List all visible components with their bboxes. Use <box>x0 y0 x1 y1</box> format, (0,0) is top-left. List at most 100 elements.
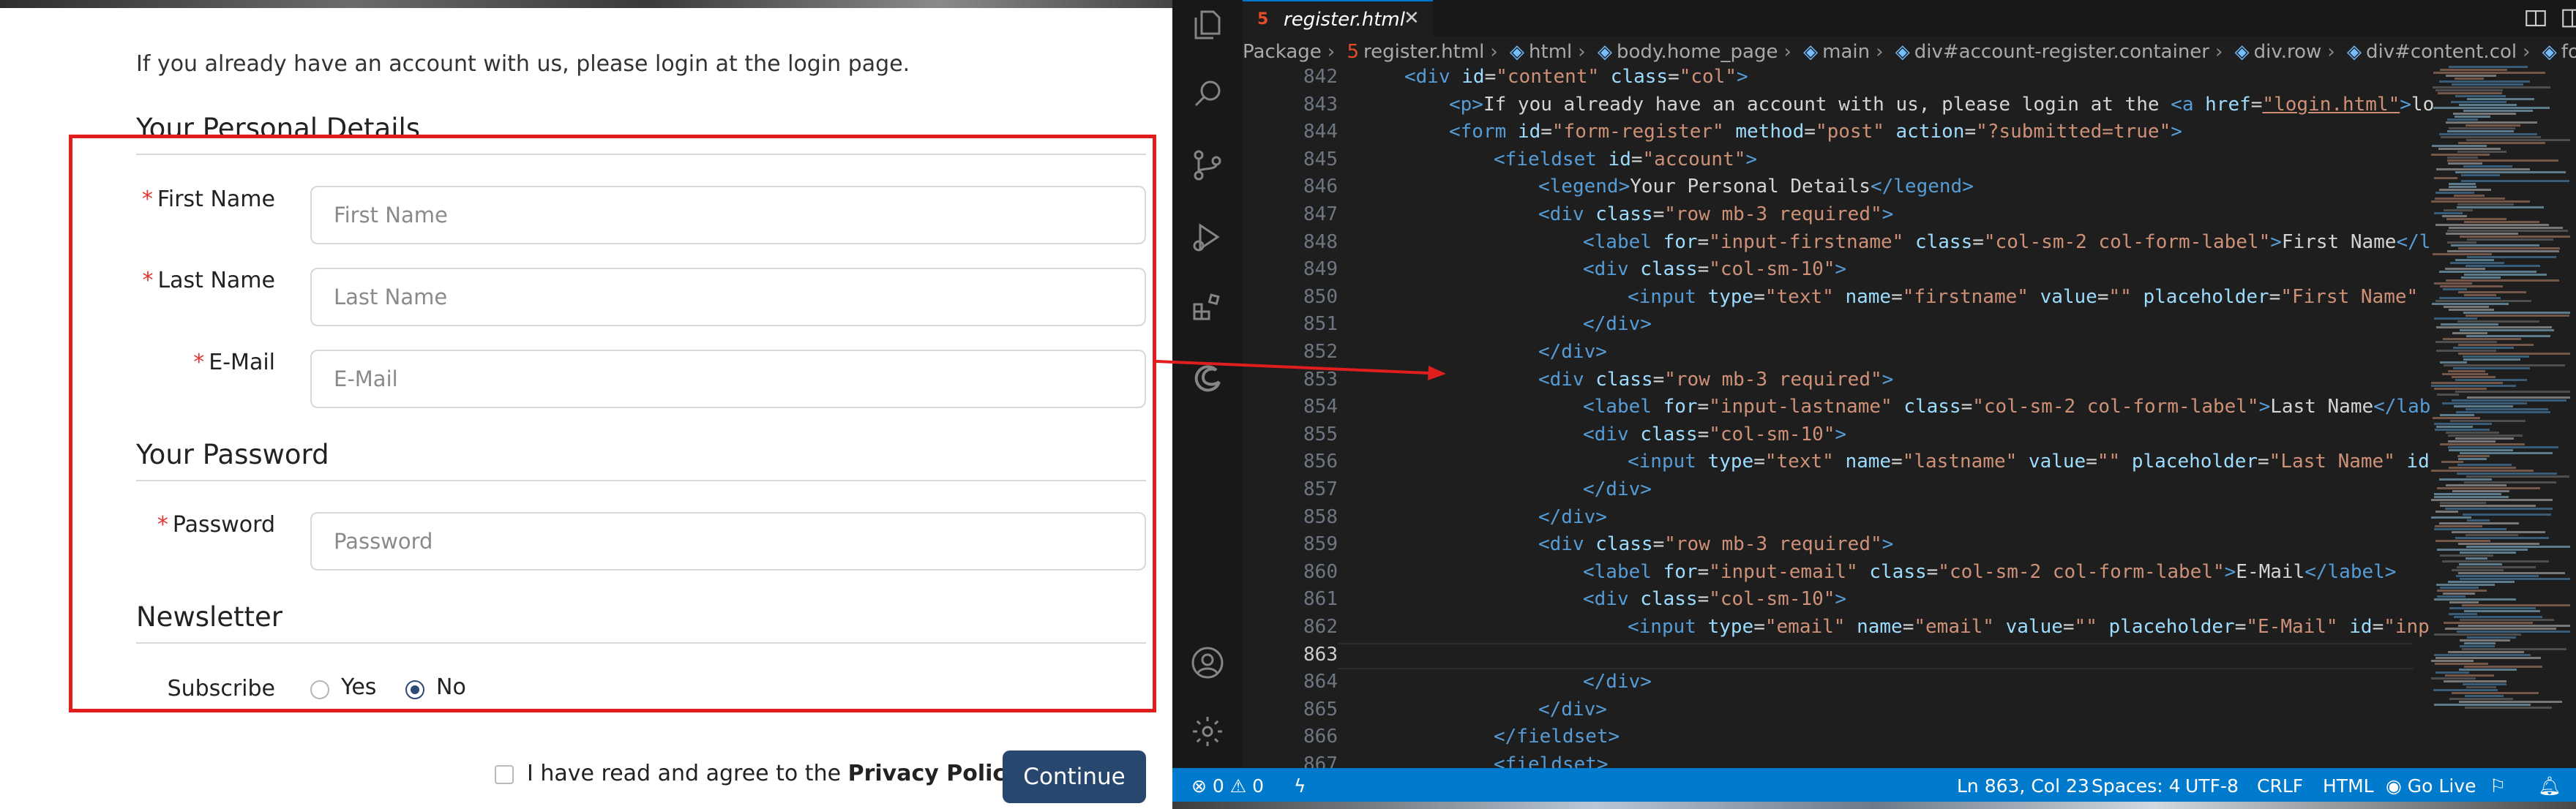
code-line[interactable]: <div class="col-sm-10"> <box>1583 258 1846 280</box>
code-line[interactable]: <label for="input-firstname" class="col-… <box>1583 231 2430 253</box>
code-area[interactable]: 842 <div id="content" class="col"> 843 <p>I… <box>1243 66 2576 768</box>
minimap-stroke <box>2463 110 2533 112</box>
notifications-bell-icon[interactable]: 🔔︎ <box>2538 775 2561 797</box>
minimap-stroke <box>2457 464 2512 466</box>
language-mode[interactable]: HTML <box>2323 775 2374 797</box>
minimap-stroke <box>2436 168 2530 170</box>
breadcrumb-item[interactable]: div#content.col <box>2366 41 2517 63</box>
line-ending[interactable]: CRLF <box>2257 775 2303 797</box>
minimap-stroke <box>2444 306 2489 308</box>
code-line[interactable]: </div> <box>1583 313 1652 335</box>
code-line[interactable]: <input type="email" name="email" value="… <box>1628 616 2430 638</box>
search-icon[interactable] <box>1190 76 1225 111</box>
minimap-stroke <box>2434 282 2472 285</box>
code-line[interactable]: <div class="row mb-3 required"> <box>1538 533 1893 555</box>
close-icon[interactable]: ✕ <box>1404 7 1420 29</box>
split-editor-icon[interactable] <box>2560 6 2576 31</box>
minimap-stroke <box>2466 475 2569 478</box>
cursor-position[interactable]: Ln 863, Col 23 <box>1957 775 2089 797</box>
continue-button[interactable]: Continue <box>1003 750 1146 803</box>
minimap-stroke <box>2459 563 2502 565</box>
minimap-stroke <box>2433 253 2492 255</box>
minimap-stroke <box>2460 645 2495 647</box>
code-line[interactable]: <fieldset id="account"> <box>1494 148 1757 170</box>
element-icon: ◈ <box>2346 41 2362 63</box>
code-line[interactable]: </div> <box>1583 671 1652 693</box>
minimap-stroke <box>2436 326 2552 328</box>
minimap-stroke <box>2452 569 2504 571</box>
code-editor: 5 register.html ✕ Package › 5 register.htm… <box>1172 0 2576 809</box>
minimap-stroke <box>2435 525 2482 527</box>
go-live-button[interactable]: ◉ Go Live <box>2386 775 2476 797</box>
breadcrumb-item[interactable]: html <box>1529 41 1572 63</box>
tab-register-html[interactable]: 5 register.html ✕ <box>1243 0 1433 37</box>
accounts-icon[interactable] <box>1190 645 1225 680</box>
annotation-arrow <box>1156 360 1446 380</box>
minimap[interactable] <box>2416 66 2570 724</box>
webpage-preview: If you already have an account with us, … <box>0 0 1172 809</box>
breadcrumb-item[interactable]: body.home_page <box>1617 41 1778 63</box>
code-line[interactable]: </div> <box>1538 341 1607 363</box>
code-line[interactable]: <div class="row mb-3 required"> <box>1538 369 1893 391</box>
minimap-stroke <box>2444 364 2565 366</box>
html5-icon: 5 <box>1347 41 1359 63</box>
code-line[interactable]: <fieldset> <box>1494 753 1609 768</box>
extensions-icon[interactable] <box>1190 290 1225 325</box>
code-line[interactable]: </div> <box>1538 506 1607 528</box>
minimap-stroke <box>2448 651 2524 653</box>
minimap-stroke <box>2464 642 2496 644</box>
minimap-stroke <box>2442 215 2467 217</box>
minimap-stroke <box>2465 695 2504 697</box>
explorer-icon[interactable] <box>1190 7 1225 42</box>
code-line[interactable]: <div class="row mb-3 required"> <box>1538 203 1893 225</box>
encoding[interactable]: UTF-8 <box>2185 775 2239 797</box>
minimap-stroke <box>2432 145 2487 147</box>
source-control-icon[interactable] <box>1190 148 1225 183</box>
minimap-stroke <box>2440 587 2479 589</box>
minimap-stroke <box>2431 382 2503 384</box>
code-line[interactable]: <form id="form-register" method="post" a… <box>1449 121 2182 143</box>
minimap-stroke <box>2458 344 2534 346</box>
feedback-icon[interactable]: ⚐ <box>2490 775 2506 797</box>
minimap-stroke <box>2449 449 2513 451</box>
code-line[interactable]: <input type="text" name="lastname" value… <box>1628 451 2430 473</box>
code-line[interactable]: <input type="text" name="firstname" valu… <box>1628 286 2418 308</box>
lightning-icon[interactable]: ϟ <box>1294 775 1306 797</box>
minimap-stroke <box>2457 566 2536 568</box>
minimap-stroke <box>2453 347 2514 349</box>
minimap-stroke <box>2442 560 2549 562</box>
run-debug-icon[interactable] <box>1190 219 1225 255</box>
minimap-stroke <box>2458 625 2570 627</box>
element-icon: ◈ <box>2234 41 2250 63</box>
code-line[interactable]: </div> <box>1538 699 1607 720</box>
privacy-checkbox[interactable] <box>495 765 514 784</box>
code-line[interactable]: <label for="input-email" class="col-sm-2… <box>1583 561 2396 583</box>
code-line[interactable]: </fieldset> <box>1494 726 1620 748</box>
minimap-stroke <box>2464 481 2556 483</box>
breadcrumb-item[interactable]: register.html <box>1363 41 1484 63</box>
code-line[interactable]: <legend>Your Personal Details</legend> <box>1538 176 1974 197</box>
minimap-stroke <box>2449 186 2476 188</box>
minimap-stroke <box>2450 262 2504 264</box>
line-number: 843 <box>1303 93 1338 116</box>
breadcrumb-item[interactable]: form# <box>2561 41 2576 63</box>
code-line[interactable]: <div class="col-sm-10"> <box>1583 424 1846 445</box>
minimap-stroke <box>2465 557 2487 560</box>
minimap-stroke <box>2462 648 2566 650</box>
settings-gear-icon[interactable] <box>1190 714 1225 749</box>
breadcrumb-item[interactable]: div.row <box>2254 41 2322 63</box>
code-line[interactable]: <div class="col-sm-10"> <box>1583 588 1846 610</box>
indentation[interactable]: Spaces: 4 <box>2092 775 2180 797</box>
code-line[interactable]: <div id="content" class="col"> <box>1404 66 1748 88</box>
code-line[interactable]: </div> <box>1583 478 1652 500</box>
breadcrumb-item[interactable]: main <box>1822 41 1870 63</box>
problems-indicator[interactable]: ⊗ 0 ⚠ 0 <box>1191 775 1264 797</box>
code-line[interactable]: <label for="input-lastname" class="col-s… <box>1583 396 2430 418</box>
breadcrumb-item[interactable]: div#account-register.container <box>1914 41 2209 63</box>
open-preview-icon[interactable] <box>2523 6 2548 31</box>
line-number: 846 <box>1303 176 1338 198</box>
code-line[interactable]: <p>If you already have an account with u… <box>1449 94 2434 116</box>
privacy-policy-link[interactable]: Privacy Policy <box>848 761 1020 786</box>
breadcrumb-item[interactable]: Package <box>1243 41 1322 63</box>
minimap-stroke <box>2448 162 2482 165</box>
